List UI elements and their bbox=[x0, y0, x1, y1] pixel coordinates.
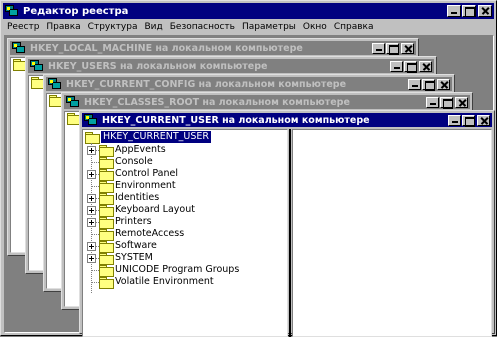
expand-plus-icon[interactable] bbox=[87, 206, 96, 215]
close-button[interactable] bbox=[478, 5, 492, 17]
menu-security[interactable]: Безопасность bbox=[166, 22, 238, 32]
hklm-titlebar[interactable]: HKEY_LOCAL_MACHINE на локальном компьюте… bbox=[10, 41, 416, 55]
close-button[interactable] bbox=[437, 79, 450, 90]
tree-node-system[interactable]: SYSTEM bbox=[83, 252, 287, 265]
folder-icon bbox=[99, 169, 114, 181]
registry-editor-icon[interactable] bbox=[5, 5, 19, 17]
folder-icon bbox=[99, 205, 114, 217]
hku-title: HKEY_USERS на локальном компьютере bbox=[48, 60, 268, 72]
folder-icon bbox=[99, 193, 114, 205]
menu-edit[interactable]: Правка bbox=[42, 22, 83, 32]
hkcu-values-pane[interactable] bbox=[292, 129, 492, 337]
folder-icon bbox=[99, 277, 114, 289]
menu-window[interactable]: Окно bbox=[299, 22, 330, 32]
maximize-button[interactable] bbox=[404, 61, 417, 73]
tree-node-console[interactable]: Console bbox=[83, 156, 287, 169]
folder-icon bbox=[99, 265, 114, 277]
app-titlebar[interactable]: Редактор реестра bbox=[3, 3, 494, 19]
expand-plus-icon[interactable] bbox=[87, 194, 96, 203]
hku-titlebar[interactable]: HKEY_USERS на локальном компьютере bbox=[28, 59, 434, 73]
tree-node-software[interactable]: Software bbox=[83, 240, 287, 253]
registry-window-icon[interactable] bbox=[84, 114, 98, 126]
menu-options[interactable]: Параметры bbox=[238, 22, 299, 32]
registry-window-icon[interactable] bbox=[48, 78, 62, 90]
hkcr-title: HKEY_CLASSES_ROOT на локальном компьютер… bbox=[84, 96, 350, 108]
close-button[interactable] bbox=[455, 97, 468, 108]
registry-window-icon[interactable] bbox=[30, 60, 44, 72]
maximize-button[interactable] bbox=[462, 115, 475, 127]
folder-icon bbox=[99, 157, 114, 169]
menu-bar: Реестр Правка Структура Вид Безопасность… bbox=[3, 20, 494, 34]
folder-icon bbox=[99, 181, 114, 193]
mdi-client-area: HKEY_LOCAL_MACHINE на локальном компьюте… bbox=[4, 35, 495, 337]
menu-help[interactable]: Справка bbox=[330, 22, 377, 32]
menu-view[interactable]: Вид bbox=[140, 22, 165, 32]
tree-node-environment[interactable]: Environment bbox=[83, 180, 287, 193]
open-folder-icon bbox=[85, 132, 100, 144]
hkcu-titlebar[interactable]: HKEY_CURRENT_USER на локальном компьютер… bbox=[82, 113, 492, 127]
maximize-button[interactable] bbox=[386, 43, 399, 55]
maximize-button[interactable] bbox=[422, 79, 435, 91]
expand-plus-icon[interactable] bbox=[87, 218, 96, 227]
tree-node-identities[interactable]: Identities bbox=[83, 192, 287, 205]
folder-icon bbox=[99, 145, 114, 157]
hkcc-titlebar[interactable]: HKEY_CURRENT_CONFIG на локальном компьют… bbox=[46, 77, 452, 91]
hkcu-window[interactable]: HKEY_CURRENT_USER на локальном компьютер… bbox=[79, 110, 495, 337]
maximize-button[interactable] bbox=[440, 97, 453, 109]
folder-icon bbox=[99, 229, 114, 241]
minimize-button[interactable] bbox=[372, 43, 385, 54]
tree-node-control-panel[interactable]: Control Panel bbox=[83, 168, 287, 181]
folder-icon bbox=[99, 241, 114, 253]
minimize-button[interactable] bbox=[390, 61, 403, 72]
hkcr-titlebar[interactable]: HKEY_CLASSES_ROOT на локальном компьютер… bbox=[64, 95, 470, 109]
close-button[interactable] bbox=[419, 61, 432, 72]
minimize-button[interactable] bbox=[408, 79, 421, 90]
minimize-button[interactable] bbox=[447, 5, 461, 17]
expand-plus-icon[interactable] bbox=[87, 170, 96, 179]
registry-window-icon[interactable] bbox=[66, 96, 80, 108]
tree-root-hkey-current-user[interactable]: HKEY_CURRENT_USER bbox=[101, 131, 211, 143]
expand-plus-icon[interactable] bbox=[87, 242, 96, 251]
tree-node-appevents[interactable]: AppEvents bbox=[83, 144, 287, 157]
menu-tree[interactable]: Структура bbox=[84, 22, 141, 32]
hkcu-tree-pane[interactable]: HKEY_CURRENT_USER AppEvents Console Cont… bbox=[82, 129, 288, 337]
hklm-title: HKEY_LOCAL_MACHINE на локальном компьюте… bbox=[30, 42, 303, 54]
maximize-button[interactable] bbox=[462, 5, 476, 17]
minimize-button[interactable] bbox=[448, 115, 461, 126]
expand-plus-icon[interactable] bbox=[87, 254, 96, 263]
close-button[interactable] bbox=[477, 115, 490, 126]
folder-icon bbox=[99, 217, 114, 229]
menu-registry[interactable]: Реестр bbox=[3, 22, 42, 32]
close-button[interactable] bbox=[401, 43, 414, 54]
hkcc-title: HKEY_CURRENT_CONFIG на локальном компьют… bbox=[66, 78, 347, 90]
hkcu-title: HKEY_CURRENT_USER на локальном компьютер… bbox=[102, 114, 370, 126]
expand-plus-icon[interactable] bbox=[87, 146, 96, 155]
tree-node-unicode-program-groups[interactable]: UNICODE Program Groups bbox=[83, 264, 287, 277]
tree-node-volatile-environment[interactable]: Volatile Environment bbox=[83, 276, 287, 289]
app-title: Редактор реестра bbox=[23, 5, 129, 17]
tree-node-printers[interactable]: Printers bbox=[83, 216, 287, 229]
registry-window-icon[interactable] bbox=[12, 42, 26, 54]
registry-editor-window: Редактор реестра Реестр Правка Структура… bbox=[0, 0, 497, 337]
minimize-button[interactable] bbox=[426, 97, 439, 108]
tree-node-remoteaccess[interactable]: RemoteAccess bbox=[83, 228, 287, 241]
folder-icon bbox=[99, 253, 114, 265]
pane-splitter[interactable] bbox=[289, 129, 291, 337]
tree-node-keyboard-layout[interactable]: Keyboard Layout bbox=[83, 204, 287, 217]
